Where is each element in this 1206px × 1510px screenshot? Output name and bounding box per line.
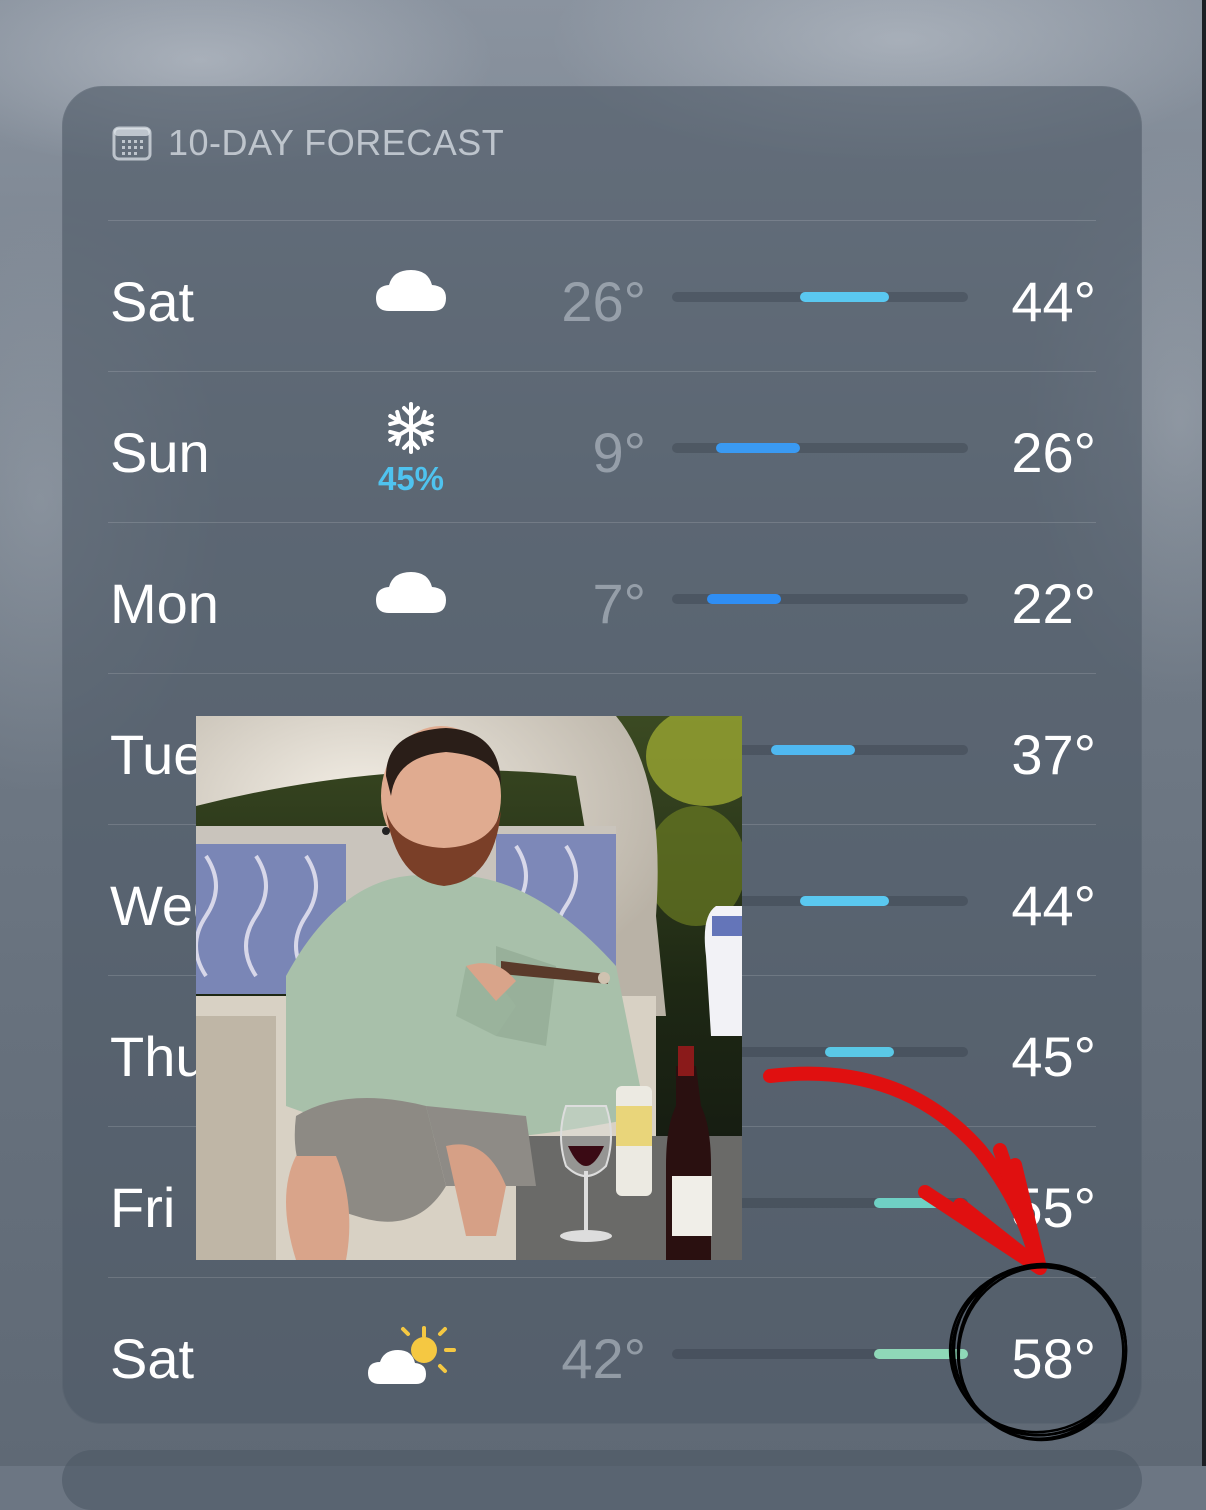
temp-range-bar xyxy=(672,292,968,302)
day-label: Tue xyxy=(110,723,205,786)
cloud-icon xyxy=(376,270,446,311)
partly-sunny-icon xyxy=(368,1326,456,1384)
day-label: Sun xyxy=(110,421,210,484)
temp-range-bar xyxy=(672,443,968,453)
high-temp: 26° xyxy=(1011,421,1096,484)
weather-icon-group xyxy=(366,569,456,615)
temp-range-fill xyxy=(716,443,801,453)
weather-icon-group xyxy=(366,1324,456,1388)
temp-range-fill xyxy=(770,745,855,755)
forecast-header: 10-DAY FORECAST xyxy=(112,122,504,164)
forecast-row[interactable]: Sat 26° 44° xyxy=(108,220,1096,371)
photo-person-icon xyxy=(196,716,742,1260)
day-label: Thu xyxy=(110,1025,207,1088)
calendar-icon xyxy=(112,126,152,161)
high-temp: 44° xyxy=(1011,270,1096,333)
snowflake-icon xyxy=(388,402,434,454)
low-temp: 9° xyxy=(592,421,646,484)
high-temp: 44° xyxy=(1011,874,1096,937)
temp-range-fill xyxy=(874,1198,944,1208)
forecast-title: 10-DAY FORECAST xyxy=(168,122,505,163)
forecast-row[interactable]: Sat 42° 58° xyxy=(108,1277,1096,1428)
cloud-icon xyxy=(376,572,446,613)
high-temp: 58° xyxy=(1011,1327,1096,1390)
high-temp: 55° xyxy=(1011,1176,1096,1239)
next-card xyxy=(62,1450,1142,1510)
high-temp: 37° xyxy=(1011,723,1096,786)
screen-edge xyxy=(1202,0,1206,1466)
temp-range-fill xyxy=(824,1047,894,1057)
weather-icon-group xyxy=(366,267,456,313)
high-temp: 22° xyxy=(1011,572,1096,635)
forecast-row[interactable]: Mon 7° 22° xyxy=(108,522,1096,673)
temp-range-bar xyxy=(672,594,968,604)
temp-range-bar xyxy=(672,1349,968,1359)
temp-range-fill xyxy=(800,292,890,302)
weather-icon-group: 45% xyxy=(366,400,456,498)
day-label: Fri xyxy=(110,1176,176,1239)
temp-range-fill xyxy=(706,594,781,604)
high-temp: 45° xyxy=(1011,1025,1096,1088)
low-temp: 26° xyxy=(561,270,646,333)
day-label: Sat xyxy=(110,1327,195,1390)
low-temp: 7° xyxy=(592,572,646,635)
forecast-row[interactable]: Sun 45% 9° 26° xyxy=(108,371,1096,522)
day-label: Sat xyxy=(110,270,195,333)
day-label: Mon xyxy=(110,572,219,635)
precip-chance: 45% xyxy=(377,460,445,497)
low-temp: 42° xyxy=(561,1327,646,1390)
temp-range-fill xyxy=(874,1349,968,1359)
temp-range-fill xyxy=(800,896,890,906)
